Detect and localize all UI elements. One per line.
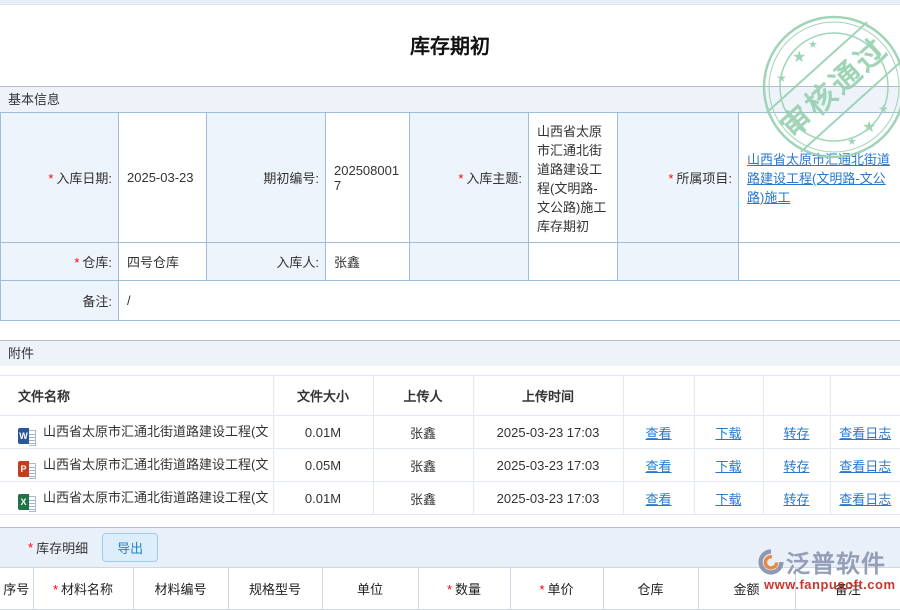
empty-label-cell	[410, 243, 529, 281]
file-name-cell: W山西省太原市汇通北街道路建设工程(文	[0, 416, 273, 449]
word-file-icon: W	[18, 428, 36, 444]
col-file-size: 文件大小	[273, 376, 373, 416]
attachments-title: 附件	[8, 346, 34, 361]
section-details-header: * 库存明细 导出	[0, 527, 900, 567]
file-name-cell: X山西省太原市汇通北街道路建设工程(文	[0, 482, 273, 515]
in-date-label: *入库日期:	[1, 113, 119, 243]
project-label: *所属项目:	[618, 113, 739, 243]
init-no-value: 2025080017	[326, 113, 410, 243]
view-link[interactable]: 查看	[645, 426, 671, 441]
col-action-empty	[694, 376, 763, 416]
col-amount: 金额	[698, 568, 795, 610]
file-uploader: 张鑫	[373, 416, 473, 449]
export-button[interactable]: 导出	[102, 533, 158, 562]
col-material-no: 材料编号	[133, 568, 228, 610]
col-upload-time: 上传时间	[473, 376, 623, 416]
file-upload-time: 2025-03-23 17:03	[473, 449, 623, 482]
file-uploader: 张鑫	[373, 449, 473, 482]
transfer-link[interactable]: 转存	[783, 459, 809, 474]
attachment-row: P山西省太原市汇通北街道路建设工程(文 0.05M 张鑫 2025-03-23 …	[0, 449, 900, 482]
operator-label: 入库人:	[207, 243, 326, 281]
col-file-name: 文件名称	[0, 376, 273, 416]
col-action-empty	[763, 376, 830, 416]
remark-label: 备注:	[1, 281, 119, 321]
view-link[interactable]: 查看	[645, 492, 671, 507]
file-size: 0.01M	[273, 482, 373, 515]
empty-label-cell	[618, 243, 739, 281]
file-size: 0.01M	[273, 416, 373, 449]
view-log-link[interactable]: 查看日志	[839, 426, 891, 441]
section-basic-info-header: 基本信息	[0, 86, 900, 112]
col-action-empty	[623, 376, 694, 416]
file-upload-time: 2025-03-23 17:03	[473, 416, 623, 449]
attachments-table: 文件名称 文件大小 上传人 上传时间 W山西省太原市汇通北街道路建设工程(文 0…	[0, 375, 900, 515]
subject-value: 山西省太原市汇通北街道路建设工程(文明路-文公路)施工库存期初	[529, 113, 618, 243]
subject-label: *入库主题:	[410, 113, 529, 243]
file-uploader: 张鑫	[373, 482, 473, 515]
col-uploader: 上传人	[373, 376, 473, 416]
file-name-cell: P山西省太原市汇通北街道路建设工程(文	[0, 449, 273, 482]
download-link[interactable]: 下载	[715, 492, 741, 507]
col-material-name: *材料名称	[33, 568, 133, 610]
col-warehouse: 仓库	[603, 568, 698, 610]
remark-value: /	[119, 281, 900, 321]
warehouse-value: 四号仓库	[119, 243, 207, 281]
col-spec-model: 规格型号	[228, 568, 322, 610]
project-link[interactable]: 山西省太原市汇通北街道路建设工程(文明路-文公路)施工	[747, 152, 890, 205]
attachment-row: X山西省太原市汇通北街道路建设工程(文 0.01M 张鑫 2025-03-23 …	[0, 482, 900, 515]
download-link[interactable]: 下载	[715, 426, 741, 441]
view-log-link[interactable]: 查看日志	[839, 492, 891, 507]
excel-file-icon: X	[18, 494, 36, 510]
operator-value: 张鑫	[326, 243, 410, 281]
in-date-value: 2025-03-23	[119, 113, 207, 243]
basic-info-table: *入库日期: 2025-03-23 期初编号: 2025080017 *入库主题…	[0, 112, 900, 321]
details-title: 库存明细	[36, 538, 88, 557]
file-upload-time: 2025-03-23 17:03	[473, 482, 623, 515]
col-seq: 序号	[0, 568, 33, 610]
powerpoint-file-icon: P	[18, 461, 36, 477]
col-remark: 备注	[795, 568, 900, 610]
transfer-link[interactable]: 转存	[783, 426, 809, 441]
section-attachments-header: 附件	[0, 340, 900, 366]
empty-value-cell	[739, 243, 900, 281]
download-link[interactable]: 下载	[715, 459, 741, 474]
col-quantity: *数量	[418, 568, 510, 610]
attachment-row: W山西省太原市汇通北街道路建设工程(文 0.01M 张鑫 2025-03-23 …	[0, 416, 900, 449]
init-no-label: 期初编号:	[207, 113, 326, 243]
col-action-empty	[830, 376, 900, 416]
empty-value-cell	[529, 243, 618, 281]
col-unit: 单位	[322, 568, 418, 610]
col-unit-price: *单价	[510, 568, 603, 610]
view-log-link[interactable]: 查看日志	[839, 459, 891, 474]
details-table: 序号 *材料名称 材料编号 规格型号 单位 *数量 *单价 仓库 金额 备注	[0, 567, 900, 610]
warehouse-label: *仓库:	[1, 243, 119, 281]
file-size: 0.05M	[273, 449, 373, 482]
basic-info-title: 基本信息	[8, 92, 60, 107]
transfer-link[interactable]: 转存	[783, 492, 809, 507]
view-link[interactable]: 查看	[645, 459, 671, 474]
project-value-cell: 山西省太原市汇通北街道路建设工程(文明路-文公路)施工	[739, 113, 900, 243]
page-title: 库存期初	[0, 5, 900, 86]
